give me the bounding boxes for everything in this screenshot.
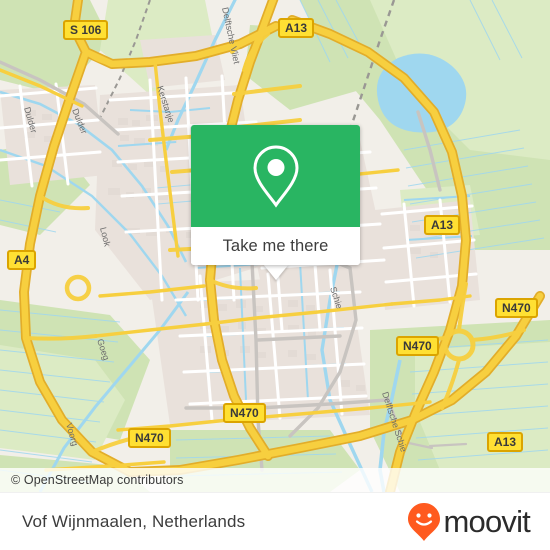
- moovit-brand[interactable]: moovit: [407, 502, 531, 542]
- map-pin-icon: [252, 145, 299, 208]
- footer-bar: Vof Wijnmaalen, Netherlands moovit: [0, 492, 550, 550]
- moovit-smiley-pin-icon: [408, 502, 441, 541]
- moovit-place-card: .land { fill:#f2efe9; } .green { fill:#c…: [0, 0, 550, 550]
- callout-header: [191, 125, 360, 227]
- osm-attribution[interactable]: © OpenStreetMap contributors: [0, 468, 550, 492]
- callout-pointer: [263, 264, 289, 280]
- osm-attribution-text: © OpenStreetMap contributors: [11, 473, 184, 487]
- take-me-there-button[interactable]: Take me there: [191, 227, 360, 265]
- place-title: Vof Wijnmaalen, Netherlands: [22, 511, 246, 531]
- map-viewport[interactable]: .land { fill:#f2efe9; } .green { fill:#c…: [0, 0, 550, 492]
- moovit-wordmark: moovit: [443, 504, 530, 539]
- place-callout-card[interactable]: Take me there: [191, 125, 360, 265]
